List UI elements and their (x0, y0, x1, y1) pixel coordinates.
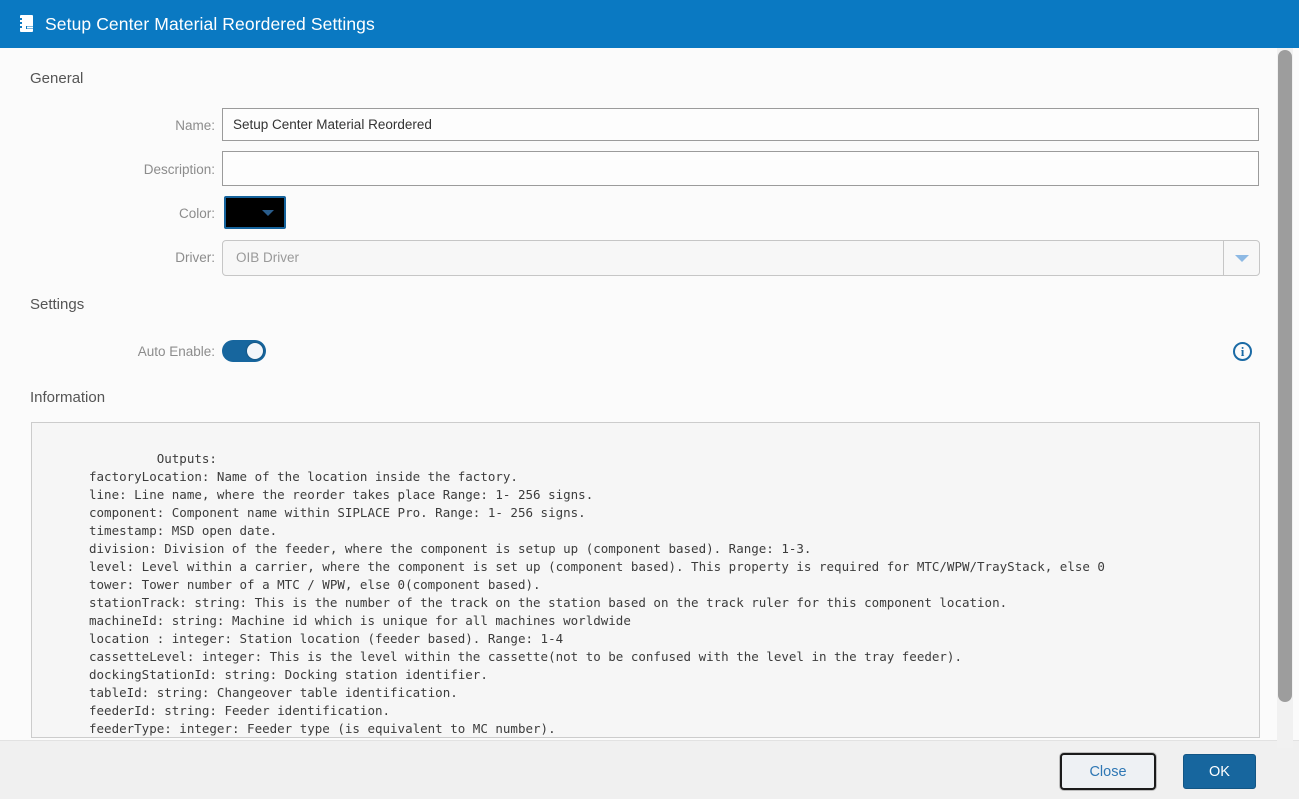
name-field-label: Name: (175, 118, 215, 133)
name-input[interactable] (222, 108, 1259, 141)
description-input[interactable] (222, 151, 1259, 186)
dialog-title: Setup Center Material Reordered Settings (45, 13, 375, 34)
color-field-label: Color: (178, 206, 215, 221)
auto-enable-toggle[interactable] (222, 340, 266, 362)
settings-dialog: Setup Center Material Reordered Settings… (0, 0, 1299, 799)
driver-field-label: Driver: (175, 250, 215, 265)
form-document-icon (17, 14, 36, 35)
color-dropdown[interactable] (224, 196, 286, 229)
description-field-label: Description: (143, 162, 215, 177)
info-icon[interactable]: i (1233, 342, 1252, 361)
auto-enable-label: Auto Enable: (137, 344, 215, 359)
information-textarea[interactable]: Outputs: factoryLocation: Name of the lo… (31, 422, 1260, 738)
chevron-down-icon (1234, 254, 1249, 262)
vertical-scrollbar-thumb[interactable] (1278, 50, 1292, 702)
vertical-scrollbar-track[interactable] (1277, 48, 1293, 748)
driver-dropdown-value: OIB Driver (236, 250, 300, 265)
dialog-titlebar: Setup Center Material Reordered Settings (0, 0, 1299, 48)
chevron-down-icon (262, 209, 274, 216)
settings-section-heading: Settings (30, 296, 85, 313)
close-button[interactable]: Close (1060, 753, 1156, 790)
general-section-heading: General (30, 70, 84, 87)
ok-button[interactable]: OK (1183, 754, 1256, 789)
toggle-knob (247, 343, 263, 359)
information-text: Outputs: factoryLocation: Name of the lo… (89, 451, 1105, 736)
information-section-heading: Information (30, 389, 106, 406)
driver-dropdown-arrow-button[interactable] (1223, 241, 1259, 275)
driver-dropdown[interactable]: OIB Driver (222, 240, 1260, 276)
